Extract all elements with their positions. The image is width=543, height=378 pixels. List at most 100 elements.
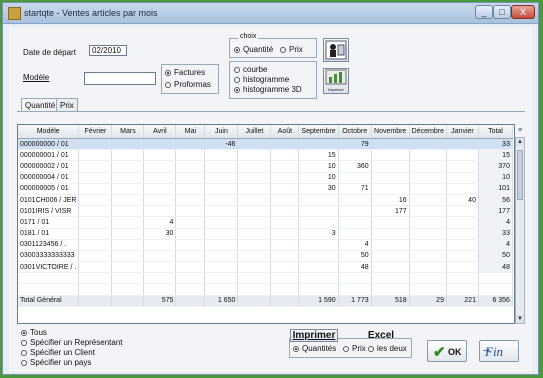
table-row[interactable]: 0171 / 01 4 4 [18,216,513,229]
choix-quantite-label: Quantité [243,45,274,54]
scope-representant-dot [21,340,27,346]
ok-button[interactable]: ✔ OK [427,340,467,362]
scope-client-radio[interactable]: Spécifier un Client [21,348,95,357]
window-title: startqte - Ventes articles par mois [24,8,158,18]
column-header[interactable]: Modèle [18,125,80,139]
value-cell [371,216,410,229]
column-header[interactable]: Juillet [237,125,272,139]
total-cell: 6 356 [478,294,513,307]
scope-pays-radio[interactable]: Spécifier un pays [21,358,91,367]
column-header[interactable]: Juin [204,125,239,139]
value-cell [204,149,239,162]
value-cell: 4 [478,216,513,229]
sales-grid[interactable]: Modèle Février Mars Avril Mai Juin Juillet Août… [17,124,515,324]
empty-cell [298,272,339,285]
column-header[interactable]: Mai [175,125,206,139]
value-cell [237,172,272,184]
value-cell [78,216,113,229]
date-field[interactable]: 02/2010 [89,45,127,56]
column-selector-icon[interactable]: ≡ [515,124,525,137]
graph-histogramme3d-dot [234,87,240,93]
column-header[interactable]: Octobre [338,125,372,139]
scroll-down-icon[interactable]: ▼ [516,315,524,323]
column-header[interactable]: Septembre [298,125,339,139]
value-cell [175,172,206,184]
value-cell [338,194,372,207]
close-button[interactable]: X [511,5,535,19]
value-cell [237,194,272,207]
factures-radio[interactable]: Factures [165,68,205,77]
modele-field[interactable] [84,72,156,85]
table-row[interactable]: 000000005 / 01 30 71 101 [18,183,513,195]
total-cell: 29 [409,294,447,307]
value-cell [237,216,272,229]
chart-view-button[interactable] [323,38,349,62]
value-cell [270,194,300,207]
value-cell [409,250,447,263]
value-cell [446,250,479,263]
graph-courbe-radio[interactable]: courbe [234,65,267,74]
tab-prix[interactable]: Prix [56,98,78,111]
value-cell [298,138,339,151]
proformas-radio[interactable]: Proformas [165,80,211,89]
value-cell [78,149,113,162]
table-row[interactable]: 0301123456 / . 4 4 [18,239,513,251]
value-cell [237,183,272,195]
empty-row [18,272,513,285]
value-cell [409,149,447,162]
column-header[interactable]: Total [478,125,513,139]
factures-radio-dot [165,70,171,76]
table-row[interactable]: 0301VICTOIRE / . 48 48 [18,261,513,274]
table-row[interactable]: 0181 / 01 30 3 33 [18,228,513,240]
value-cell [78,194,113,207]
person-chart-icon [325,40,347,60]
tab-quantite[interactable]: Quantité [21,98,60,111]
table-row[interactable]: 0101IRIS / VISR 177 177 [18,205,513,218]
export-quantites-radio[interactable]: Quantités [293,344,336,353]
table-row[interactable]: 000000002 / 01 10 360 370 [18,160,513,173]
value-cell [270,228,300,240]
scroll-up-icon[interactable]: ▲ [516,138,524,146]
graph-histogramme3d-radio[interactable]: histogramme 3D [234,85,302,94]
scroll-thumb[interactable] [517,150,523,200]
fin-button[interactable]: Fin ⇥ [479,340,519,362]
export-prix-radio[interactable]: Prix [343,344,366,353]
value-cell: 3 [298,228,339,240]
value-cell [446,228,479,240]
value-cell: 370 [478,160,513,173]
column-header[interactable]: Février [78,125,113,139]
print-chart-button[interactable]: Imprimer [323,68,349,94]
scope-tous-radio[interactable]: Tous [21,328,47,337]
column-header[interactable]: Novembre [371,125,410,139]
column-header[interactable]: Avril [143,125,177,139]
graph-histogramme-radio[interactable]: histogramme [234,75,289,84]
minimize-button[interactable]: _ [475,5,493,19]
value-cell [111,205,145,218]
value-cell [204,239,239,251]
choix-quantite-dot [234,47,240,53]
table-row[interactable]: 0101CH006 / JER 16 40 56 [18,194,513,207]
table-row[interactable]: 000000001 / 01 15 15 [18,149,513,162]
empty-cell [409,272,447,285]
value-cell [204,250,239,263]
excel-button[interactable]: Excel [353,330,409,342]
table-row[interactable]: 03003333333333 50 50 [18,250,513,263]
value-cell [446,183,479,195]
value-cell [298,205,339,218]
export-deux-radio[interactable]: les deux [368,344,407,353]
choix-quantite-radio[interactable]: Quantité [234,45,273,54]
column-header[interactable]: Août [270,125,300,139]
table-row[interactable]: 000000000 / 01 -46 79 33 [18,138,513,151]
maximize-button[interactable]: □ [493,5,511,19]
table-row[interactable]: 000000004 / 01 10 10 [18,172,513,184]
vertical-scrollbar[interactable]: ▲ ▼ [515,137,525,324]
column-header[interactable]: Décembre [409,125,447,139]
choix-prix-radio[interactable]: Prix [280,45,303,54]
imprimer-button[interactable]: Imprimer [290,329,338,342]
value-cell: 4 [143,216,177,229]
value-cell [371,261,410,274]
column-header[interactable]: Mars [111,125,145,139]
scope-representant-radio[interactable]: Spécifier un Représentant [21,338,123,347]
column-header[interactable]: Janvier [446,125,479,139]
model-cell: 0181 / 01 [18,228,80,240]
